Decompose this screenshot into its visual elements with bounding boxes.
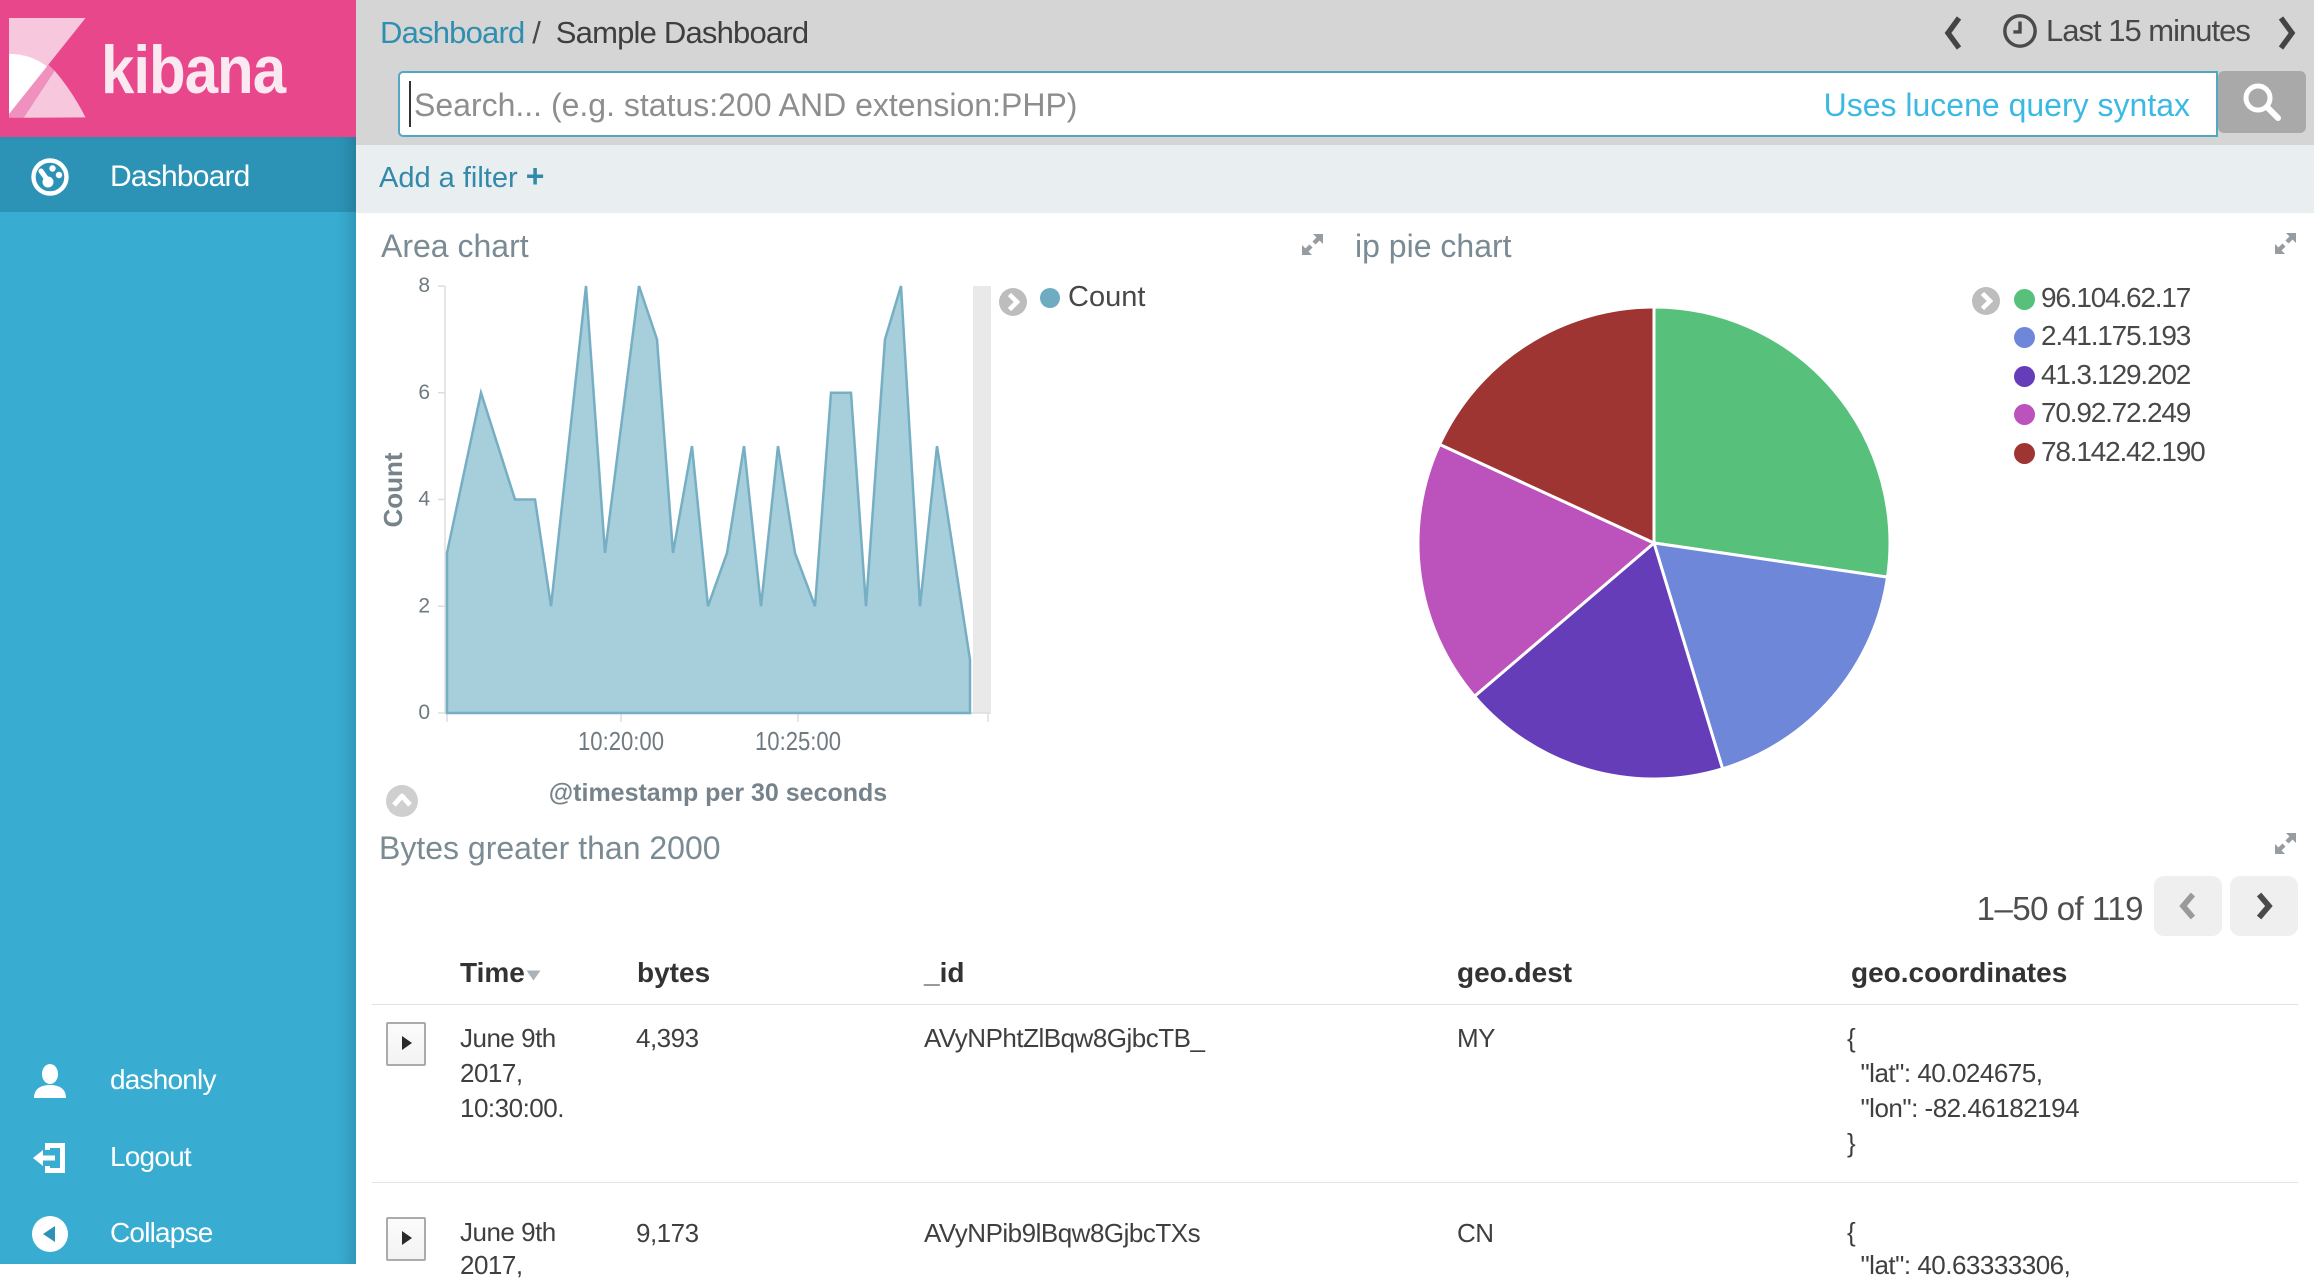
svg-text:10:20:00: 10:20:00 (578, 726, 664, 756)
svg-text:0: 0 (418, 701, 430, 724)
svg-text:@timestamp per 30 seconds: @timestamp per 30 seconds (549, 779, 887, 807)
svg-text:8: 8 (418, 274, 430, 297)
svg-text:2: 2 (418, 594, 430, 617)
svg-text:Count: Count (378, 452, 408, 527)
svg-text:6: 6 (418, 381, 430, 404)
svg-text:10:25:00: 10:25:00 (755, 726, 841, 756)
svg-text:4: 4 (418, 488, 430, 511)
